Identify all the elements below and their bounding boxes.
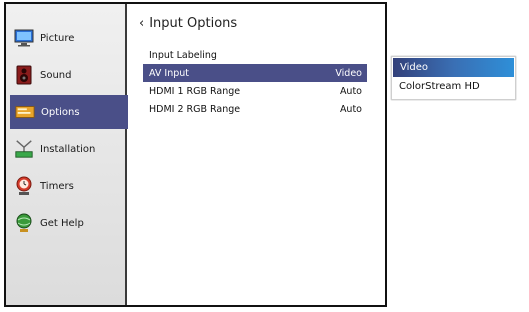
- help-globe-icon: [14, 213, 34, 233]
- sidebar-item-label: Sound: [40, 69, 72, 81]
- sidebar-item-label: Timers: [40, 180, 74, 192]
- sidebar-item-sound[interactable]: Sound: [9, 58, 125, 92]
- sidebar-item-label: Picture: [40, 32, 75, 44]
- main-panel: ‹ Input Options Input Labeling AV Input …: [127, 4, 385, 305]
- page-title: Input Options: [149, 16, 238, 31]
- sidebar-item-label: Options: [41, 106, 80, 118]
- sidebar-item-picture[interactable]: Picture: [9, 21, 125, 55]
- menu-row-input-labeling[interactable]: Input Labeling: [143, 46, 367, 64]
- breadcrumb[interactable]: ‹ Input Options: [139, 16, 237, 31]
- picture-icon: [14, 28, 34, 48]
- av-input-dropdown: Video ColorStream HD: [391, 56, 516, 100]
- sidebar-item-timers[interactable]: Timers: [9, 169, 125, 203]
- clock-icon: [14, 176, 34, 196]
- dropdown-option-video[interactable]: Video: [393, 58, 514, 77]
- row-label: AV Input: [149, 67, 190, 79]
- row-label: HDMI 2 RGB Range: [149, 103, 241, 115]
- chevron-left-icon: ‹: [139, 16, 145, 31]
- row-value: Auto: [339, 85, 362, 97]
- row-value: Video: [335, 67, 362, 79]
- menu-row-hdmi2-rgb-range[interactable]: HDMI 2 RGB Range Auto: [143, 100, 367, 118]
- speaker-icon: [14, 65, 34, 85]
- dropdown-option-colorstream-hd[interactable]: ColorStream HD: [392, 77, 515, 96]
- sidebar-item-installation[interactable]: Installation: [9, 132, 125, 166]
- sidebar: Picture Sound Options Installation Timer…: [6, 4, 128, 305]
- menu-row-hdmi1-rgb-range[interactable]: HDMI 1 RGB Range Auto: [143, 82, 367, 100]
- menu-row-av-input[interactable]: AV Input Video: [143, 64, 367, 82]
- tv-menu-screen: Picture Sound Options Installation Timer…: [4, 2, 387, 307]
- sidebar-item-label: Installation: [40, 143, 96, 155]
- antenna-icon: [14, 139, 34, 159]
- options-list: Input Labeling AV Input Video HDMI 1 RGB…: [143, 46, 367, 118]
- row-label: Input Labeling: [149, 49, 217, 61]
- row-label: HDMI 1 RGB Range: [149, 85, 241, 97]
- options-icon: [15, 102, 35, 122]
- row-value: Auto: [339, 103, 362, 115]
- sidebar-item-label: Get Help: [40, 217, 84, 229]
- sidebar-item-options[interactable]: Options: [10, 95, 128, 129]
- sidebar-item-get-help[interactable]: Get Help: [9, 206, 125, 240]
